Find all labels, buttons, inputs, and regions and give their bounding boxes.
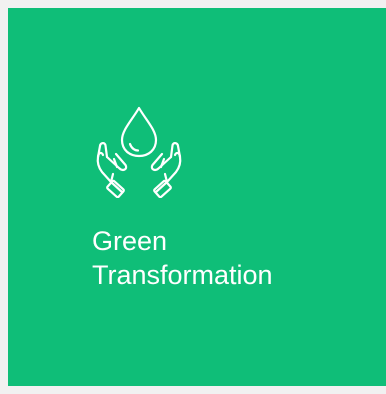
card-title: Green Transformation — [92, 226, 273, 290]
hands-holding-water-drop-icon — [92, 106, 186, 198]
green-transformation-card[interactable]: Green Transformation — [8, 8, 386, 386]
